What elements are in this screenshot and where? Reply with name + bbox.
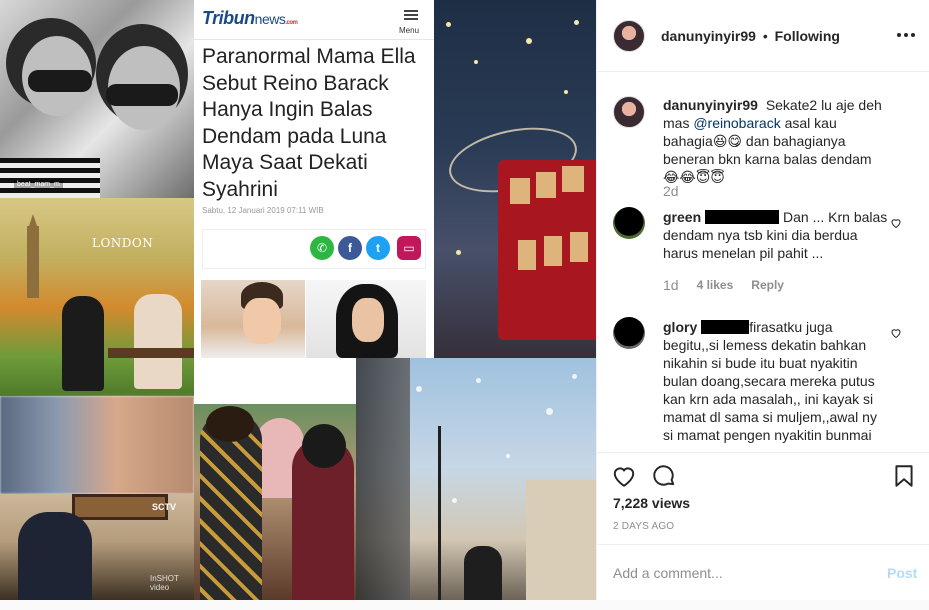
bookmark-icon[interactable] <box>891 463 917 489</box>
photo-tv-interview: SCTV InSHOT video <box>0 494 194 600</box>
photo-london-bus-night <box>434 0 596 358</box>
more-options-icon[interactable] <box>897 28 917 42</box>
hamburger-menu-icon <box>404 10 418 20</box>
comments-section[interactable]: danunyinyir99 Sekate2 lu aje deh mas @re… <box>597 73 929 452</box>
like-heart-icon[interactable] <box>611 463 637 489</box>
photo-caption: beat_mam_m <box>14 180 63 189</box>
inshot-watermark: InSHOT video <box>150 574 179 592</box>
following-button[interactable]: Following <box>775 28 840 44</box>
photo-london-park: LONDON <box>0 198 194 396</box>
reply-button[interactable]: Reply <box>751 278 784 292</box>
caption-age[interactable]: 2d <box>663 183 679 199</box>
whatsapp-icon: ✆ <box>310 236 334 260</box>
redaction-bar <box>701 320 750 334</box>
striped-shirt <box>0 158 100 198</box>
post-caption: danunyinyir99 Sekate2 lu aje deh mas @re… <box>663 96 888 186</box>
view-count[interactable]: 7,228 views <box>613 495 690 511</box>
caption-username[interactable]: danunyinyir99 <box>663 97 758 113</box>
caption-author-avatar[interactable] <box>613 96 645 128</box>
article-headline: Paranormal Mama Ella Sebut Reino Barack … <box>202 45 416 201</box>
comment-input[interactable] <box>613 559 863 587</box>
comment-likes[interactable]: 4 likes <box>697 278 734 292</box>
comment-bubble-icon[interactable] <box>651 463 677 489</box>
news-article-screenshot: Tribunnews.com Menu Paranormal Mama Ella… <box>194 0 434 278</box>
post-image[interactable]: beat_mam_m LONDON SCTV InSHOT video Trib… <box>0 0 596 600</box>
post-timestamp[interactable]: 2 DAYS AGO <box>613 521 674 532</box>
article-photos <box>194 278 434 358</box>
author-username[interactable]: danunyinyir99 <box>661 28 756 44</box>
post-sidebar: danunyinyir99 • Following danunyinyir99 … <box>596 0 929 600</box>
street-lamp <box>438 426 441 600</box>
caption-mention-link[interactable]: @reinobarack <box>693 115 780 131</box>
post-comment-button[interactable]: Post <box>887 565 917 581</box>
post-header: danunyinyir99 • Following <box>597 0 929 72</box>
twitter-icon: t <box>366 236 390 260</box>
facebook-icon: f <box>338 236 362 260</box>
big-ben-icon <box>27 226 39 298</box>
photo-london-street <box>356 358 596 600</box>
comment-avatar[interactable] <box>613 207 645 239</box>
photo-wedding-guests <box>194 404 356 600</box>
comment-item: glory firasatku juga begitu,,si lemess de… <box>663 318 888 444</box>
comment-age[interactable]: 1d <box>663 277 679 293</box>
tribun-logo: Tribunnews.com <box>202 8 298 28</box>
redaction-bar <box>705 210 780 224</box>
comment-username[interactable]: glory <box>663 319 697 335</box>
sctv-logo: SCTV <box>152 502 177 512</box>
add-comment-bar: Post <box>597 544 929 600</box>
comment-username[interactable]: green <box>663 209 701 225</box>
like-comment-heart-icon[interactable] <box>890 217 902 229</box>
comment-share-icon: ▭ <box>397 236 421 260</box>
london-label: LONDON <box>92 236 154 250</box>
author-avatar[interactable] <box>613 20 645 52</box>
comment-text: firasatku juga begitu,,si lemess dekatin… <box>663 319 877 443</box>
like-comment-heart-icon[interactable] <box>890 327 902 339</box>
photo-two-women-sunglasses: beat_mam_m <box>0 0 194 198</box>
separator-dot: • <box>762 28 768 44</box>
article-date: Sabtu, 12 Januari 2019 07:11 WIB <box>202 206 324 215</box>
comment-avatar[interactable] <box>613 317 645 349</box>
post-actions: 7,228 views 2 DAYS AGO <box>597 452 929 544</box>
photo-blurred-tv-still <box>0 396 194 494</box>
comment-item: green Dan ... Krn balas dendam nya tsb k… <box>663 208 888 262</box>
menu-label: Menu <box>399 26 420 35</box>
